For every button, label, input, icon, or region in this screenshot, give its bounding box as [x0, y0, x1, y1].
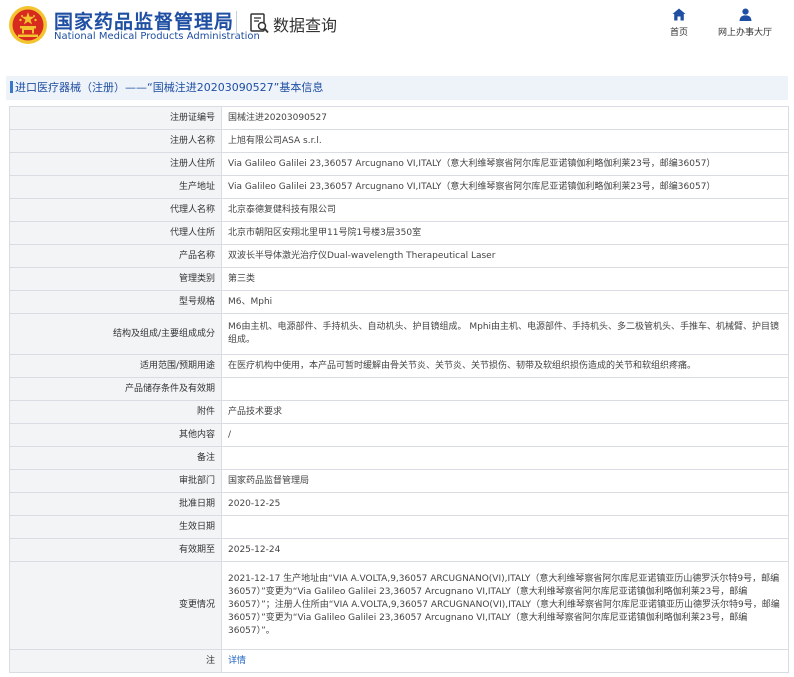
table-row: 型号规格 M6、Mphi: [9, 290, 789, 314]
row-label: 注: [9, 649, 222, 673]
row-label: 备注: [9, 446, 222, 470]
row-label: 产品名称: [9, 244, 222, 268]
row-label: 有效期至: [9, 538, 222, 562]
table-row: 管理类别 第三类: [9, 267, 789, 291]
table-row: 附件 产品技术要求: [9, 400, 789, 424]
row-value: 北京泰德复健科技有限公司: [221, 198, 789, 222]
row-value: 第三类: [221, 267, 789, 291]
row-value: 产品技术要求: [221, 400, 789, 424]
details-table: 注册证编号 国械注进20203090527 注册人名称 上旭有限公司ASA s.…: [9, 106, 789, 673]
table-row: 其他内容 /: [9, 423, 789, 447]
row-value: 在医疗机构中使用，本产品可暂时缓解由骨关节炎、关节炎、关节损伤、韧带及软组织损伤…: [221, 354, 789, 378]
row-value: /: [221, 423, 789, 447]
site-header: 国家药品监督管理局 National Medical Products Admi…: [0, 0, 794, 62]
user-icon: [739, 8, 751, 21]
national-emblem-icon: [9, 6, 47, 44]
row-value: 2025-12-24: [221, 538, 789, 562]
row-label: 适用范围/预期用途: [9, 354, 222, 378]
table-row: 变更情况 2021-12-17 生产地址由“VIA A.VOLTA,9,3605…: [9, 561, 789, 650]
table-row: 适用范围/预期用途 在医疗机构中使用，本产品可暂时缓解由骨关节炎、关节炎、关节损…: [9, 354, 789, 378]
table-row: 注册证编号 国械注进20203090527: [9, 106, 789, 130]
header-divider: [236, 11, 237, 37]
data-query-icon: [250, 13, 269, 34]
breadcrumb-marker: [10, 81, 13, 93]
table-row: 备注: [9, 446, 789, 470]
row-value: Via Galileo Galilei 23,36057 Arcugnano V…: [221, 175, 789, 199]
table-row: 注册人住所 Via Galileo Galilei 23,36057 Arcug…: [9, 152, 789, 176]
row-label: 注册证编号: [9, 106, 222, 130]
row-value: 国家药品监督管理局: [221, 469, 789, 493]
row-value: [221, 377, 789, 401]
row-value: 国械注进20203090527: [221, 106, 789, 130]
row-label: 批准日期: [9, 492, 222, 516]
row-label: 管理类别: [9, 267, 222, 291]
row-label: 代理人名称: [9, 198, 222, 222]
row-label: 附件: [9, 400, 222, 424]
nav-online-hall-link[interactable]: 网上办事大厅: [712, 8, 778, 38]
row-label: 产品储存条件及有效期: [9, 377, 222, 401]
row-label: 注册人住所: [9, 152, 222, 176]
row-value: Via Galileo Galilei 23,36057 Arcugnano V…: [221, 152, 789, 176]
row-value: 2021-12-17 生产地址由“VIA A.VOLTA,9,36057 ARC…: [221, 561, 789, 650]
org-name-cn: 国家药品监督管理局: [54, 11, 235, 33]
org-name-en: National Medical Products Administration: [54, 31, 260, 42]
nav-online-hall-label: 网上办事大厅: [717, 28, 772, 38]
row-value: M6、Mphi: [221, 290, 789, 314]
table-row: 产品储存条件及有效期: [9, 377, 789, 401]
row-value: 上旭有限公司ASA s.r.l.: [221, 129, 789, 153]
row-label: 生产地址: [9, 175, 222, 199]
table-row: 审批部门 国家药品监督管理局: [9, 469, 789, 493]
row-value: 2020-12-25: [221, 492, 789, 516]
row-label: 其他内容: [9, 423, 222, 447]
row-value: 北京市朝阳区安翔北里甲11号院1号楼3层350室: [221, 221, 789, 245]
table-row: 结构及组成/主要组成成分 M6由主机、电源部件、手持机头、自动机头、护目镜组成。…: [9, 313, 789, 355]
registration-details: 注册证编号 国械注进20203090527 注册人名称 上旭有限公司ASA s.…: [9, 106, 789, 673]
table-row: 代理人住所 北京市朝阳区安翔北里甲11号院1号楼3层350室: [9, 221, 789, 245]
row-value: M6由主机、电源部件、手持机头、自动机头、护目镜组成。 Mphi由主机、电源部件…: [221, 313, 789, 355]
table-row: 代理人名称 北京泰德复健科技有限公司: [9, 198, 789, 222]
breadcrumb: 进口医疗器械（注册）——“国械注进20203090527”基本信息: [6, 76, 788, 100]
table-row: 产品名称 双波长半导体激光治疗仪Dual-wavelength Therapeu…: [9, 244, 789, 268]
row-value: 双波长半导体激光治疗仪Dual-wavelength Therapeutical…: [221, 244, 789, 268]
nav-home-label: 首页: [669, 28, 688, 38]
row-label: 型号规格: [9, 290, 222, 314]
row-label: 生效日期: [9, 515, 222, 539]
table-row: 批准日期 2020-12-25: [9, 492, 789, 516]
nav-home-link[interactable]: 首页: [664, 8, 694, 38]
home-icon: [672, 8, 686, 21]
table-row: 生效日期: [9, 515, 789, 539]
row-label: 结构及组成/主要组成成分: [9, 313, 222, 355]
table-row: 注 详情: [9, 649, 789, 673]
row-label: 变更情况: [9, 561, 222, 650]
table-row: 生产地址 Via Galileo Galilei 23,36057 Arcugn…: [9, 175, 789, 199]
row-value: [221, 515, 789, 539]
details-link[interactable]: 详情: [228, 656, 246, 666]
row-label: 代理人住所: [9, 221, 222, 245]
row-value: [221, 446, 789, 470]
row-label: 注册人名称: [9, 129, 222, 153]
breadcrumb-text: 进口医疗器械（注册）——“国械注进20203090527”基本信息: [15, 81, 324, 94]
row-label: 审批部门: [9, 469, 222, 493]
table-row: 有效期至 2025-12-24: [9, 538, 789, 562]
table-row: 注册人名称 上旭有限公司ASA s.r.l.: [9, 129, 789, 153]
row-value: 详情: [221, 649, 789, 673]
section-title: 数据查询: [273, 16, 338, 35]
